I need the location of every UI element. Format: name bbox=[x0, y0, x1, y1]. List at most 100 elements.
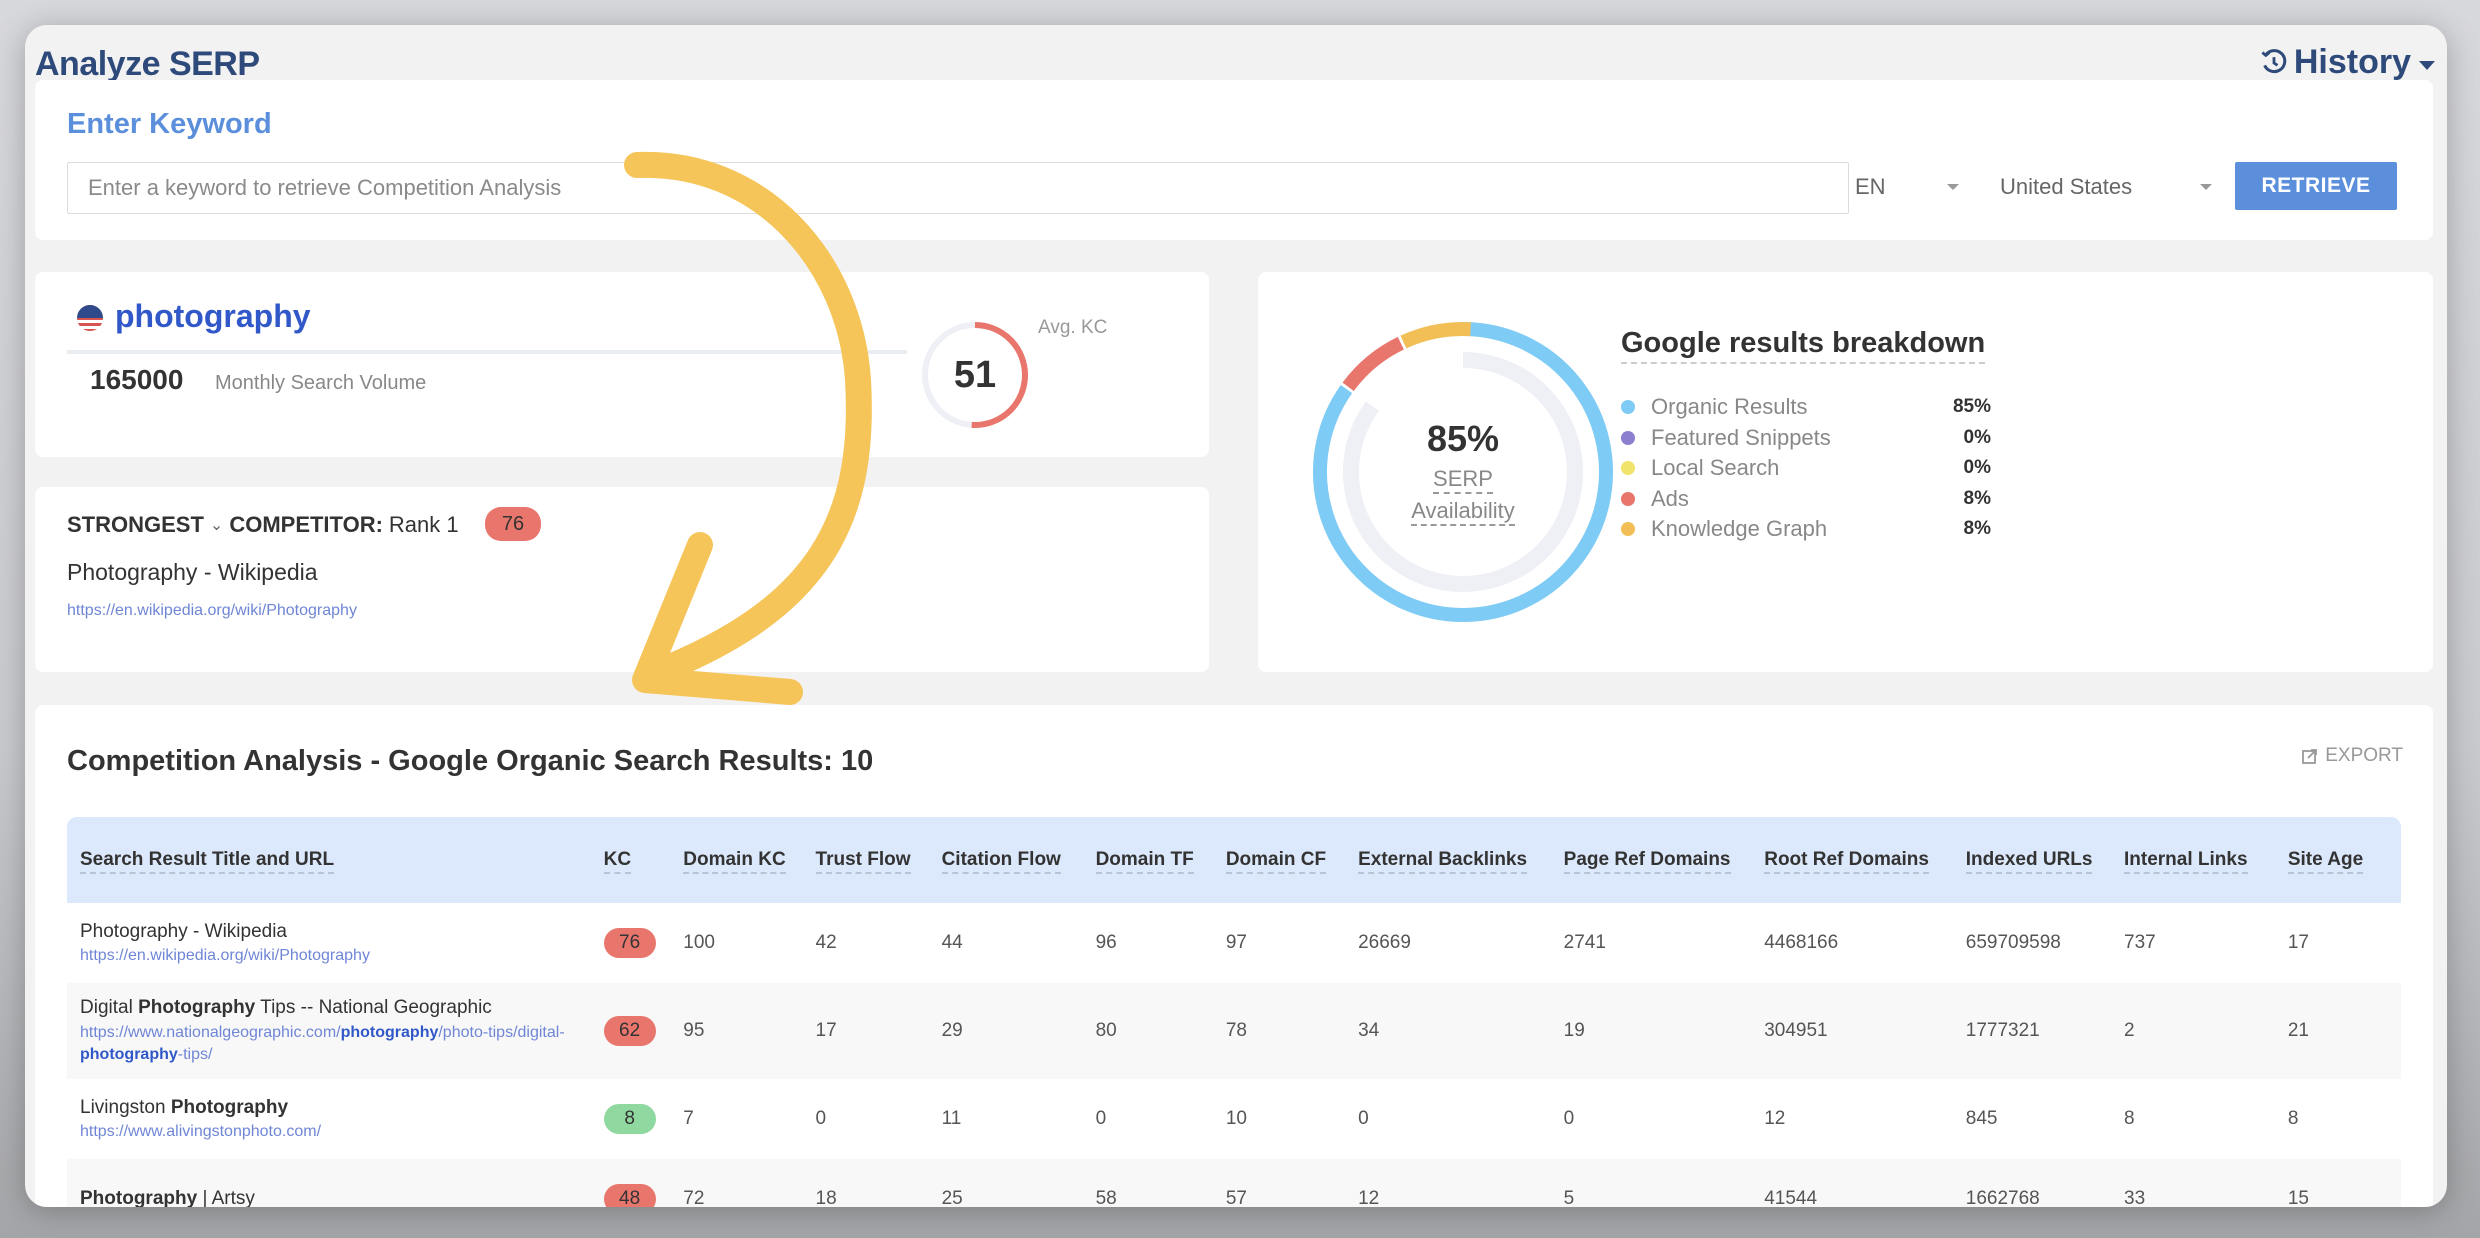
metric-cell: 96 bbox=[1095, 932, 1117, 953]
metric-cell: 34 bbox=[1358, 1020, 1380, 1041]
result-url-link[interactable]: https://www.nationalgeographic.com/photo… bbox=[80, 1022, 604, 1067]
metric-cell: 659709598 bbox=[1965, 932, 2061, 953]
column-header-label: Trust Flow bbox=[815, 849, 911, 874]
legend-dot-icon bbox=[1621, 461, 1635, 476]
metric-cell: 25 bbox=[941, 1188, 963, 1207]
keyword-form-card: Enter Keyword EN United States RETRIEVE bbox=[35, 80, 2433, 240]
column-header[interactable]: Domain KC bbox=[683, 817, 815, 903]
metric-cell: 12 bbox=[1358, 1188, 1380, 1207]
legend-item: Knowledge Graph 8% bbox=[1621, 514, 1991, 545]
column-header-label: Domain KC bbox=[683, 849, 786, 874]
metric-cell: 2 bbox=[2124, 1020, 2135, 1041]
metric-cell: 0 bbox=[1563, 1108, 1575, 1129]
legend-item: Featured Snippets 0% bbox=[1621, 423, 1991, 454]
history-label: History bbox=[2293, 43, 2411, 81]
chevron-down-icon[interactable]: ⌄ bbox=[210, 515, 223, 535]
kc-cell: 62 bbox=[603, 983, 684, 1079]
metric-cell: 0 bbox=[815, 1108, 827, 1129]
column-header[interactable]: External Backlinks bbox=[1358, 817, 1564, 903]
column-header[interactable]: Domain TF bbox=[1095, 817, 1226, 903]
column-header[interactable]: Indexed URLs bbox=[1965, 817, 2124, 903]
result-cell: Livingston Photography https://www.alivin… bbox=[67, 1079, 604, 1159]
export-label: EXPORT bbox=[2325, 745, 2403, 766]
column-header[interactable]: Search Result Title and URL bbox=[67, 817, 604, 903]
result-url-part: https://www.nationalgeographic.com/ bbox=[80, 1023, 341, 1041]
metric-cell: 100 bbox=[683, 932, 715, 953]
competition-analysis-card: Competition Analysis - Google Organic Se… bbox=[35, 705, 2433, 1207]
retrieve-button[interactable]: RETRIEVE bbox=[2235, 162, 2397, 210]
strongest-label: STRONGEST bbox=[67, 512, 204, 537]
column-header[interactable]: Citation Flow bbox=[941, 817, 1096, 903]
competitor-title: Photography - Wikipedia bbox=[67, 559, 318, 586]
language-value: EN bbox=[1855, 174, 1886, 199]
column-header[interactable]: Internal Links bbox=[2124, 817, 2288, 903]
column-header[interactable]: Domain CF bbox=[1225, 817, 1358, 903]
serp-availability-label-1: SERP bbox=[1433, 466, 1493, 494]
serp-availability-value: 85% bbox=[1426, 417, 1500, 459]
avg-kc-value: 51 bbox=[953, 353, 997, 396]
history-dropdown[interactable]: History bbox=[2260, 43, 2435, 82]
keyword-summary-card: photography 165000 Monthly Search Volume… bbox=[35, 272, 1209, 457]
metric-cell: 12 bbox=[1764, 1108, 1786, 1129]
column-header[interactable]: Root Ref Domains bbox=[1764, 817, 1966, 903]
legend-name: Ads bbox=[1651, 485, 1689, 511]
chevron-down-icon bbox=[2200, 184, 2212, 190]
monthly-search-volume: 165000 bbox=[90, 364, 184, 395]
enter-keyword-label: Enter Keyword bbox=[67, 108, 272, 140]
legend-dot-icon bbox=[1621, 491, 1635, 506]
column-header[interactable]: Page Ref Domains bbox=[1563, 817, 1765, 903]
divider bbox=[67, 350, 907, 354]
table-row: Digital Photography Tips -- National Geo… bbox=[67, 983, 2401, 1079]
country-value: United States bbox=[2000, 174, 2133, 199]
column-header[interactable]: Trust Flow bbox=[815, 817, 942, 903]
strongest-competitor-heading: STRONGEST ⌄ COMPETITOR: Rank 1 bbox=[67, 512, 459, 538]
column-header-label: Root Ref Domains bbox=[1764, 849, 1929, 874]
competitor-kc-badge: 76 bbox=[485, 507, 541, 541]
metric-cell: 7 bbox=[683, 1108, 694, 1129]
metric-cell: 78 bbox=[1225, 1020, 1247, 1041]
metric-cell: 10 bbox=[1225, 1108, 1247, 1129]
column-header-label: External Backlinks bbox=[1358, 849, 1528, 874]
metric-cell: 1662768 bbox=[1965, 1188, 2040, 1207]
metric-cell: 845 bbox=[1965, 1108, 1998, 1129]
metric-cell: 0 bbox=[1358, 1108, 1369, 1129]
country-select[interactable]: United States bbox=[2000, 162, 2220, 212]
result-url-part: /photo-tips/digital- bbox=[438, 1023, 565, 1041]
legend-dot-icon bbox=[1621, 400, 1635, 415]
breakdown-legend: Organic Results 85% Featured Snippets 0% Loc… bbox=[1621, 392, 1991, 545]
history-icon bbox=[2261, 48, 2287, 73]
result-title-part: Photography bbox=[80, 1187, 198, 1207]
chevron-down-icon bbox=[1947, 184, 1959, 190]
column-header[interactable]: Site Age bbox=[2287, 817, 2401, 903]
table-header-row: Search Result Title and URL KC Domain KC Tr… bbox=[67, 817, 2401, 903]
metric-cell: 42 bbox=[815, 932, 837, 953]
metric-cell: 44 bbox=[941, 932, 963, 953]
table-row: Livingston Photography https://www.alivin… bbox=[67, 1079, 2401, 1159]
keyword-input[interactable] bbox=[67, 162, 1849, 214]
result-title: Digital Photography Tips -- National Geo… bbox=[80, 995, 604, 1022]
legend-item: Ads 8% bbox=[1621, 484, 1991, 515]
metric-cell: 57 bbox=[1225, 1188, 1247, 1207]
result-title-part: Photography - Wikipedia bbox=[80, 920, 287, 942]
avg-kc-label: Avg. KC bbox=[1038, 317, 1108, 338]
donut-center: 85% SERP Availability bbox=[1308, 317, 1618, 627]
result-url-link[interactable]: https://en.wikipedia.org/wiki/Photograph… bbox=[80, 945, 604, 967]
language-select[interactable]: EN bbox=[1855, 162, 1965, 212]
chevron-down-icon bbox=[2419, 61, 2435, 70]
metric-cell: 304951 bbox=[1764, 1020, 1828, 1041]
strongest-competitor-card: STRONGEST ⌄ COMPETITOR: Rank 1 76 Photog… bbox=[35, 487, 1209, 672]
column-header[interactable]: KC bbox=[603, 817, 684, 903]
export-button[interactable]: EXPORT bbox=[2301, 745, 2403, 767]
us-flag-icon bbox=[77, 305, 103, 331]
kc-badge: 62 bbox=[603, 1016, 656, 1046]
legend-value: 8% bbox=[1963, 518, 1991, 540]
result-url-link[interactable]: https://www.alivingstonphoto.com/ bbox=[80, 1121, 604, 1143]
competitor-url-link[interactable]: https://en.wikipedia.org/wiki/Photograph… bbox=[67, 602, 357, 620]
metric-cell: 5 bbox=[1563, 1188, 1575, 1207]
results-breakdown-card: 85% SERP Availability Google results bre… bbox=[1258, 272, 2433, 672]
column-header-label: Domain CF bbox=[1225, 849, 1327, 874]
result-cell: Photography | Artsy bbox=[67, 1159, 604, 1207]
kc-cell: 48 bbox=[603, 1159, 684, 1207]
legend-name: Featured Snippets bbox=[1651, 424, 1831, 450]
table-body: Photography - Wikipedia https://en.wikipe… bbox=[67, 903, 2401, 1207]
